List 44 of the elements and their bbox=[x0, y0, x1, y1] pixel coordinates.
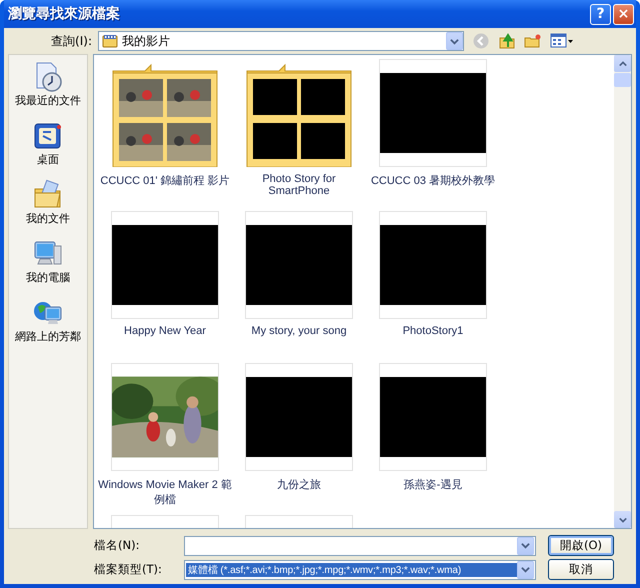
up-folder-icon[interactable] bbox=[498, 32, 516, 50]
places-item[interactable]: 我的電腦 bbox=[9, 236, 87, 287]
file-type-label: 檔案類型(T): bbox=[94, 562, 163, 577]
places-item[interactable]: 桌面 bbox=[9, 118, 87, 169]
look-in-dropdown[interactable]: 我的影片 bbox=[98, 31, 464, 51]
file-item[interactable]: PhotoStory1 bbox=[366, 211, 500, 363]
places-item[interactable]: 我的文件 bbox=[9, 177, 87, 228]
view-menu-icon[interactable] bbox=[550, 32, 574, 50]
scroll-down-icon[interactable] bbox=[614, 511, 631, 528]
file-item[interactable]: Photo Story for SmartPhone bbox=[232, 59, 366, 211]
look-in-label: 查詢(I): bbox=[50, 32, 92, 50]
file-name: PhotoStory1 bbox=[402, 325, 464, 337]
file-name: Windows Movie Maker 2 範例檔 bbox=[98, 478, 232, 507]
file-item[interactable]: My story, your song bbox=[232, 211, 366, 363]
file-item[interactable]: CCUCC 01' 錦繡前程 影片 bbox=[98, 59, 232, 211]
file-name: CCUCC 03 暑期校外教學 bbox=[370, 174, 496, 188]
look-in-value: 我的影片 bbox=[122, 32, 171, 50]
places-item[interactable]: 我最近的文件 bbox=[9, 59, 87, 110]
file-type-value: 媒體檔 (*.asf;*.avi;*.bmp;*.jpg;*.mpg;*.wmv;*.mp3;*.wav;*.wma) bbox=[186, 562, 517, 576]
file-item[interactable]: Happy New Year bbox=[98, 211, 232, 363]
window-title: 瀏覽尋找來源檔案 bbox=[8, 5, 120, 23]
file-name-label: 檔名(N): bbox=[94, 538, 140, 553]
file-type-dropdown[interactable]: 媒體檔 (*.asf;*.avi;*.bmp;*.jpg;*.mpg;*.wmv;*.mp3;*.wav;*.wma) bbox=[184, 560, 536, 580]
file-name: 孫燕姿-遇見 bbox=[404, 478, 462, 492]
help-button[interactable]: ? bbox=[590, 4, 611, 24]
open-button[interactable]: 開啟(O) bbox=[548, 535, 614, 556]
scroll-up-icon[interactable] bbox=[614, 55, 631, 72]
file-name: Photo Story for SmartPhone bbox=[261, 173, 337, 197]
film-folder-icon bbox=[102, 33, 118, 49]
places-item[interactable]: 網路上的芳鄰 bbox=[9, 295, 87, 346]
file-item[interactable]: 孫燕姿-遇見 bbox=[366, 363, 500, 515]
file-name: 九份之旅 bbox=[277, 478, 321, 492]
file-name-field[interactable] bbox=[184, 536, 536, 556]
scroll-thumb[interactable] bbox=[614, 73, 631, 87]
new-folder-icon[interactable] bbox=[524, 32, 542, 50]
file-item[interactable]: 九份之旅 bbox=[232, 363, 366, 515]
file-name: My story, your song bbox=[251, 325, 347, 337]
scrollbar[interactable] bbox=[614, 55, 631, 528]
cancel-button[interactable]: 取消 bbox=[548, 559, 614, 580]
file-item[interactable]: Windows Movie Maker 2 範例檔 bbox=[98, 363, 232, 515]
file-name: Happy New Year bbox=[124, 325, 206, 337]
file-item[interactable]: CCUCC 03 暑期校外教學 bbox=[366, 59, 500, 211]
back-icon[interactable] bbox=[472, 32, 490, 50]
file-name: CCUCC 01' 錦繡前程 影片 bbox=[100, 174, 230, 188]
